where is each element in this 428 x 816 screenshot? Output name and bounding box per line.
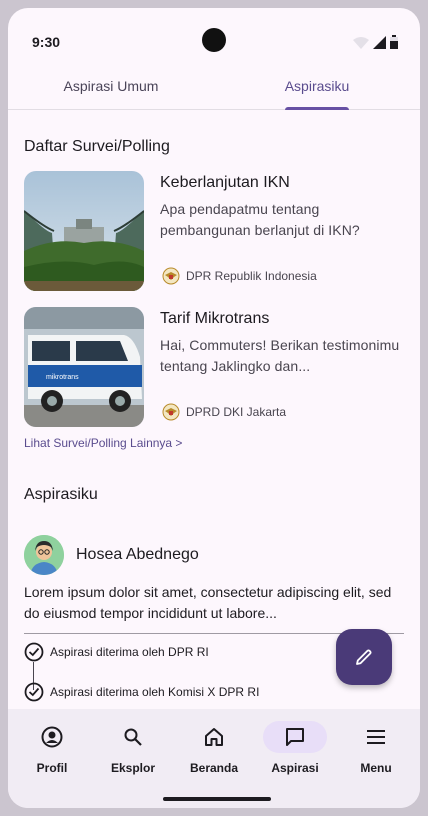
nav-icon-container: [263, 721, 327, 753]
bottom-navigation: Profil Eksplor Beranda Aspirasi Menu: [8, 709, 420, 808]
survey-organization-name: DPR Republik Indonesia: [186, 269, 317, 283]
tab-active-indicator: [285, 107, 349, 110]
status-time: 9:30: [32, 34, 61, 50]
post-author[interactable]: Hosea Abednego: [24, 535, 199, 575]
status-bar: 9:30: [8, 8, 420, 60]
post-author-name: Hosea Abednego: [76, 546, 199, 563]
status-icons: [353, 35, 398, 49]
nav-icon-container: [101, 721, 165, 753]
survey-description: Apa pendapatmu tentang pembangunan berla…: [160, 201, 360, 238]
tab-aspirasiku[interactable]: Aspirasiku: [214, 78, 420, 94]
pencil-icon: [356, 649, 372, 665]
menu-icon: [367, 730, 385, 744]
survey-card-ikn[interactable]: Keberlanjutan IKN Apa pendapatmu tentang…: [24, 171, 404, 291]
check-circle-icon: [24, 682, 44, 702]
timeline-step-text: Aspirasi diterima oleh DPR RI: [50, 645, 209, 659]
battery-icon: [390, 35, 398, 49]
post-body: Lorem ipsum dolor sit amet, consectetur …: [24, 584, 392, 621]
nav-eksplor[interactable]: Eksplor: [92, 721, 174, 775]
nav-label: Eksplor: [110, 761, 155, 775]
account-circle-icon: [41, 726, 63, 748]
tab-aspirasi-umum[interactable]: Aspirasi Umum: [8, 78, 214, 94]
svg-text:mikrotrans: mikrotrans: [46, 374, 79, 381]
avatar: [24, 535, 64, 575]
survey-organization: DPR Republik Indonesia: [162, 267, 317, 285]
garuda-emblem-icon: [162, 267, 180, 285]
aspirasiku-section-title: Aspirasiku: [24, 486, 98, 503]
survey-title: Keberlanjutan IKN: [160, 174, 290, 191]
nav-label: Menu: [360, 761, 392, 775]
timeline-step: Aspirasi diterima oleh DPR RI: [24, 642, 209, 662]
nav-profil[interactable]: Profil: [11, 721, 93, 775]
survey-thumbnail-mikrotrans: mikrotrans: [24, 307, 144, 427]
nav-icon-container: [344, 721, 408, 753]
nav-label: Profil: [36, 761, 68, 775]
nav-icon-container: [182, 721, 246, 753]
more-surveys-link[interactable]: Lihat Survei/Polling Lainnya >: [24, 436, 182, 450]
device-frame: 9:30 Aspirasi Umum Aspirasiku Daftar Sur…: [0, 0, 428, 816]
wifi-icon: [353, 37, 369, 49]
survey-title: Tarif Mikrotrans: [160, 310, 270, 327]
nav-beranda[interactable]: Beranda: [173, 721, 255, 775]
timeline-step-text: Aspirasi diterima oleh Komisi X DPR RI: [50, 685, 260, 699]
survey-description: Hai, Commuters! Berikan testimonimu tent…: [160, 337, 400, 374]
gesture-home-bar[interactable]: [163, 797, 271, 801]
app-screen: 9:30 Aspirasi Umum Aspirasiku Daftar Sur…: [8, 8, 420, 808]
signal-icon: [373, 36, 386, 49]
survey-card-mikrotrans[interactable]: mikrotrans Tarif Mikrotrans Hai, Commute…: [24, 307, 404, 427]
chat-bubble-icon: [286, 728, 304, 746]
nav-label: Beranda: [189, 761, 239, 775]
survey-organization: DPRD DKI Jakarta: [162, 403, 286, 421]
nav-label: Aspirasi: [271, 761, 319, 775]
nav-menu[interactable]: Menu: [335, 721, 417, 775]
camera-cutout: [202, 28, 226, 52]
survey-section-title: Daftar Survei/Polling: [24, 138, 170, 155]
check-circle-icon: [24, 642, 44, 662]
nav-icon-container: [20, 721, 84, 753]
tab-bar: Aspirasi Umum Aspirasiku: [8, 70, 420, 110]
nav-aspirasi[interactable]: Aspirasi: [254, 721, 336, 775]
home-icon: [205, 728, 223, 746]
survey-thumbnail-ikn: [24, 171, 144, 291]
timeline-step: Aspirasi diterima oleh Komisi X DPR RI: [24, 682, 259, 702]
new-aspirasi-fab[interactable]: [336, 629, 392, 685]
garuda-emblem-icon: [162, 403, 180, 421]
survey-organization-name: DPRD DKI Jakarta: [186, 405, 287, 419]
search-icon: [124, 728, 142, 746]
